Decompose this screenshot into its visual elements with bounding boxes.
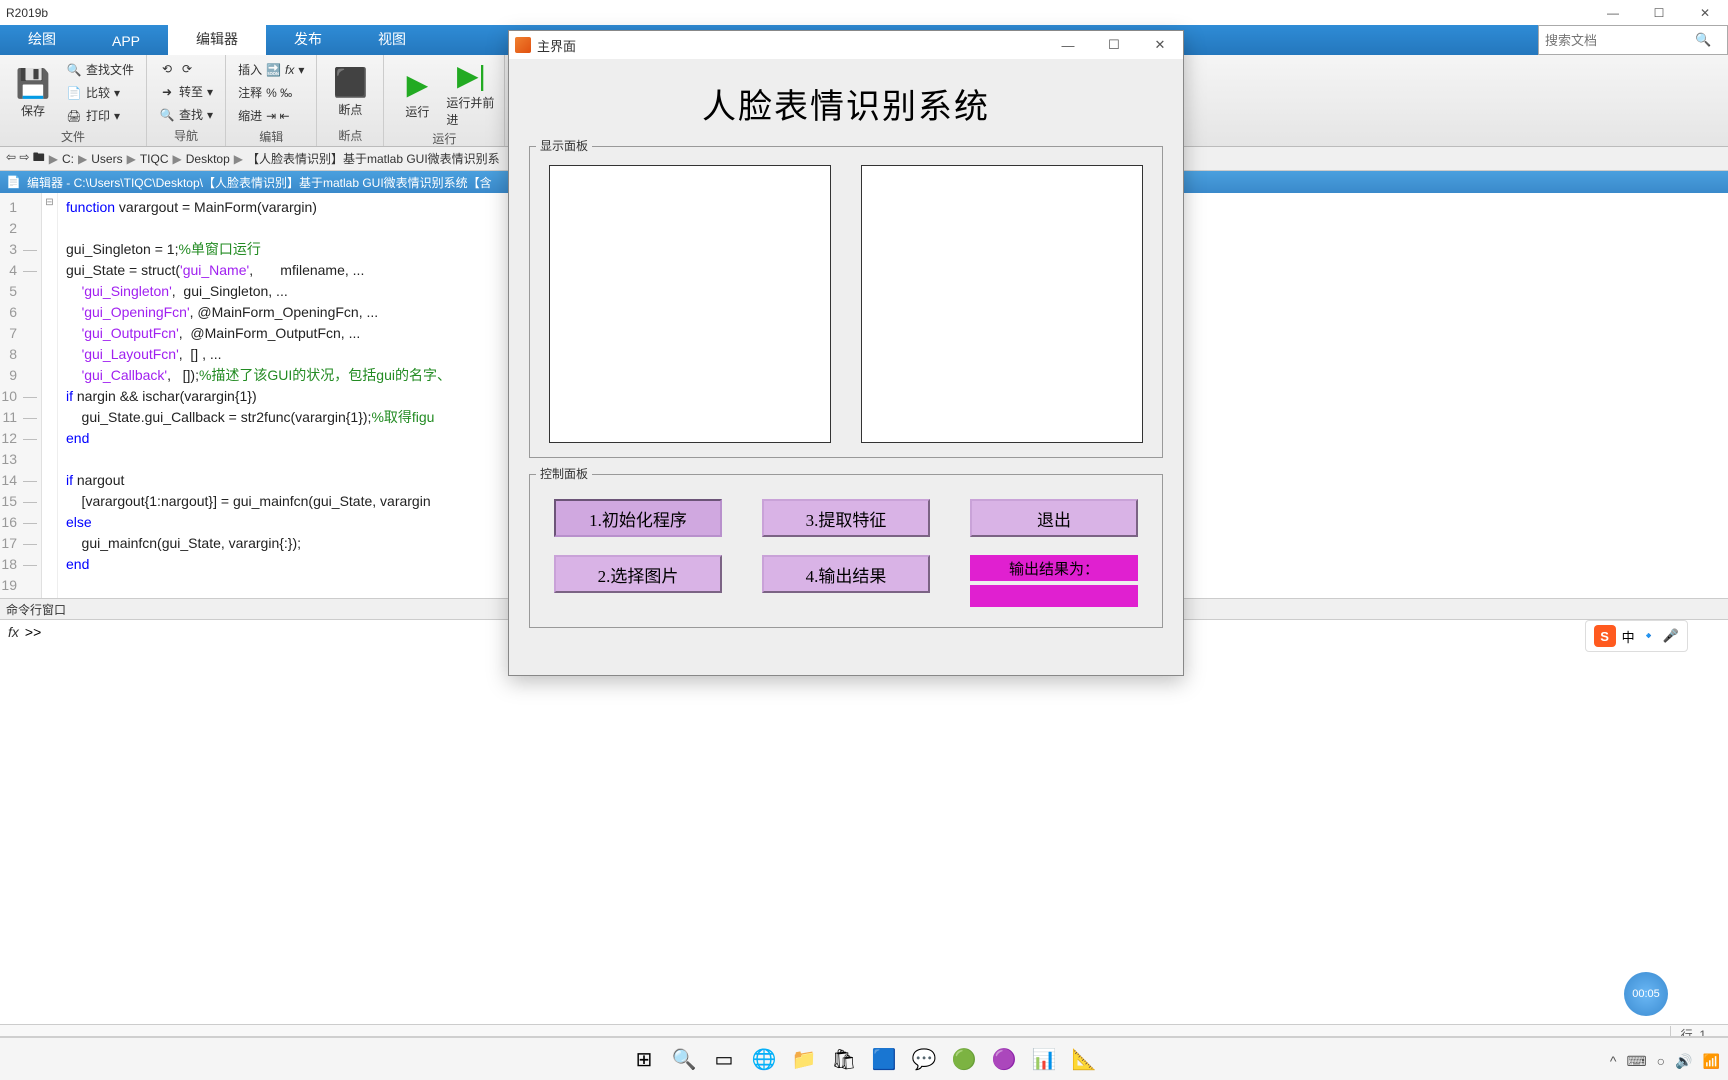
figure-title: 主界面 xyxy=(537,36,576,55)
folder-up-icon[interactable]: ⇦ ⇨ 🖿 xyxy=(6,148,45,169)
window-close[interactable]: ✕ xyxy=(1682,0,1728,25)
recording-timer[interactable]: 00:05 xyxy=(1624,972,1668,1016)
insert-row[interactable]: 插入 🔜 fx ▾ xyxy=(234,59,308,80)
editor-title: 编辑器 - C:\Users\TIQC\Desktop\【人脸表情识别】基于ma… xyxy=(27,174,492,191)
breakpoint-button[interactable]: ⬛断点 xyxy=(325,59,375,125)
fx-label: fx xyxy=(8,624,19,781)
search-input[interactable] xyxy=(1545,33,1695,48)
matlab-taskbar-icon[interactable]: 📐 xyxy=(1069,1044,1099,1074)
nav-back[interactable]: ⟲⟳ xyxy=(155,59,217,79)
tray-vol-icon[interactable]: 🔊 xyxy=(1675,1053,1692,1070)
tray-ime-icon[interactable]: ⌨ xyxy=(1626,1053,1646,1070)
comment-row[interactable]: 注释 % ‰ xyxy=(234,82,308,103)
app-icon-1[interactable]: 🟦 xyxy=(869,1044,899,1074)
explorer-icon[interactable]: 📁 xyxy=(789,1044,819,1074)
system-tray[interactable]: ^ ⌨ ○ 🔊 📶 xyxy=(1610,1053,1720,1070)
btn-select-image[interactable]: 2.选择图片 xyxy=(554,555,722,593)
display-panel-label: 显示面板 xyxy=(536,137,592,154)
control-panel: 控制面板 1.初始化程序 3.提取特征 退出 2.选择图片 4.输出结果 输出结… xyxy=(529,474,1163,628)
ime-lang[interactable]: 中 xyxy=(1622,627,1635,646)
wechat-icon[interactable]: 💬 xyxy=(909,1044,939,1074)
run-advance-button[interactable]: ▶|运行并前进 xyxy=(446,59,496,128)
fold-gutter[interactable]: ⊟ xyxy=(42,193,58,598)
editor-file-icon: 📄 xyxy=(6,175,21,189)
group-label-break: 断点 xyxy=(325,125,375,144)
search-docs[interactable]: 🔍 xyxy=(1538,25,1728,55)
search-icon[interactable]: 🔍 xyxy=(1695,32,1711,48)
line-gutter: 123—4—5678910—11—12—1314—15—16—17—18—19 xyxy=(0,193,42,598)
tab-editor[interactable]: 编辑器 xyxy=(168,23,266,55)
ime-icon: S xyxy=(1594,625,1616,647)
save-button[interactable]: 💾保存 xyxy=(8,59,58,126)
tray-up-icon[interactable]: ^ xyxy=(1610,1053,1617,1070)
app-heading: 人脸表情识别系统 xyxy=(529,79,1163,128)
group-label-run: 运行 xyxy=(392,128,496,147)
group-label-file: 文件 xyxy=(8,126,138,145)
display-panel: 显示面板 xyxy=(529,146,1163,458)
result-box: 输出结果为： xyxy=(970,555,1138,607)
window-minimize[interactable]: — xyxy=(1590,0,1636,25)
result-label: 输出结果为： xyxy=(970,555,1138,581)
find-button[interactable]: 🔍查找 ▾ xyxy=(155,104,217,125)
ime-punct-icon[interactable]: 🔹 xyxy=(1641,628,1657,644)
figure-minimize[interactable]: — xyxy=(1045,31,1091,59)
ime-bar[interactable]: S 中 🔹 🎤 xyxy=(1585,620,1688,652)
ime-mic-icon[interactable]: 🎤 xyxy=(1663,628,1679,644)
goto-button[interactable]: ➜转至 ▾ xyxy=(155,81,217,102)
store-icon[interactable]: 🛍 xyxy=(829,1044,859,1074)
app-titlebar: R2019b — ☐ ✕ xyxy=(0,0,1728,25)
print-button[interactable]: 🖨打印 ▾ xyxy=(62,105,138,126)
axes-right xyxy=(861,165,1143,443)
tab-view[interactable]: 视图 xyxy=(350,23,434,55)
app-title: R2019b xyxy=(6,6,48,20)
tab-app[interactable]: APP xyxy=(84,27,168,55)
edge-icon[interactable]: 🌐 xyxy=(749,1044,779,1074)
control-panel-label: 控制面板 xyxy=(536,465,592,482)
group-label-edit: 编辑 xyxy=(234,126,308,145)
result-value xyxy=(970,585,1138,607)
vscode-icon[interactable]: 🟣 xyxy=(989,1044,1019,1074)
figure-maximize[interactable]: ☐ xyxy=(1091,31,1137,59)
tray-net-icon[interactable]: ○ xyxy=(1657,1053,1665,1070)
tab-plot[interactable]: 绘图 xyxy=(0,23,84,55)
command-prompt: >> xyxy=(25,624,41,781)
search-taskbar[interactable]: 🔍 xyxy=(669,1044,699,1074)
btn-init[interactable]: 1.初始化程序 xyxy=(554,499,722,537)
figure-titlebar[interactable]: 主界面 — ☐ ✕ xyxy=(509,31,1183,59)
gui-figure-window: 主界面 — ☐ ✕ 人脸表情识别系统 显示面板 控制面板 1.初始化程序 3.提… xyxy=(508,30,1184,676)
group-label-nav: 导航 xyxy=(155,125,217,144)
start-button[interactable]: ⊞ xyxy=(629,1044,659,1074)
app-icon-2[interactable]: 📊 xyxy=(1029,1044,1059,1074)
window-maximize[interactable]: ☐ xyxy=(1636,0,1682,25)
indent-row[interactable]: 缩进 ⇥ ⇤ xyxy=(234,105,308,126)
browser-icon[interactable]: 🟢 xyxy=(949,1044,979,1074)
figure-close[interactable]: ✕ xyxy=(1137,31,1183,59)
btn-exit[interactable]: 退出 xyxy=(970,499,1138,537)
run-button[interactable]: ▶运行 xyxy=(392,59,442,128)
taskbar: ⊞ 🔍 ▭ 🌐 📁 🛍 🟦 💬 🟢 🟣 📊 📐 xyxy=(0,1036,1728,1080)
btn-extract[interactable]: 3.提取特征 xyxy=(762,499,930,537)
task-view[interactable]: ▭ xyxy=(709,1044,739,1074)
btn-output[interactable]: 4.输出结果 xyxy=(762,555,930,593)
axes-left xyxy=(549,165,831,443)
find-files-button[interactable]: 🔍查找文件 xyxy=(62,59,138,80)
compare-button[interactable]: 📄比较 ▾ xyxy=(62,82,138,103)
matlab-icon xyxy=(515,37,531,53)
tab-publish[interactable]: 发布 xyxy=(266,23,350,55)
tray-wifi-icon[interactable]: 📶 xyxy=(1703,1053,1720,1070)
